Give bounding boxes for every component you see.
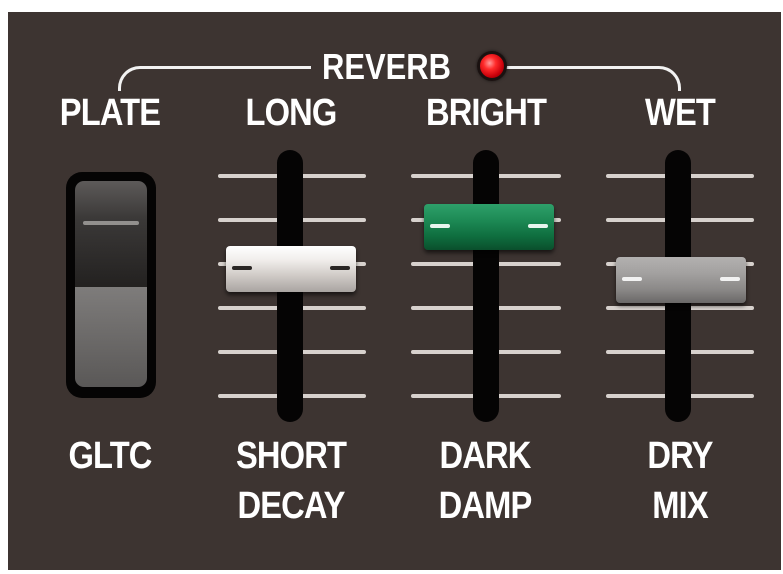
switch-lower-half [75, 287, 147, 387]
reverb-bracket-right [506, 66, 681, 91]
fader-mix-top-label: WET [644, 92, 716, 134]
knob-notch [528, 224, 548, 228]
fader-damp-top-label: BRIGHT [425, 92, 547, 134]
knob-notch [622, 277, 642, 281]
switch-highlight [83, 221, 139, 225]
knob-notch [430, 224, 450, 228]
reverb-bracket-left [118, 66, 311, 91]
knob-notch [232, 266, 252, 270]
mix-fader-knob[interactable] [616, 257, 746, 303]
fader-decay-bottom-label-1: SHORT [235, 435, 347, 477]
fader-damp-bottom-label-1: DARK [439, 435, 532, 477]
decay-fader-knob[interactable] [226, 246, 356, 292]
fader-mix-bottom-label-1: DRY [647, 435, 713, 477]
switch-upper-half [75, 181, 147, 287]
switch-bottom-label: GLTC [68, 435, 152, 477]
knob-notch [330, 266, 350, 270]
fader-track [473, 150, 499, 422]
switch-top-label: PLATE [59, 92, 161, 134]
section-title: REVERB [322, 46, 452, 87]
plate-gltc-switch[interactable] [66, 172, 156, 398]
fader-damp-bottom-label-2: DAMP [438, 485, 533, 527]
reverb-led-indicator [477, 51, 507, 81]
fader-decay-bottom-label-2: DECAY [237, 485, 345, 527]
fader-decay-top-label: LONG [245, 92, 338, 134]
fader-mix-bottom-label-2: MIX [652, 485, 708, 527]
damp-fader-knob[interactable] [424, 204, 554, 250]
knob-notch [720, 277, 740, 281]
